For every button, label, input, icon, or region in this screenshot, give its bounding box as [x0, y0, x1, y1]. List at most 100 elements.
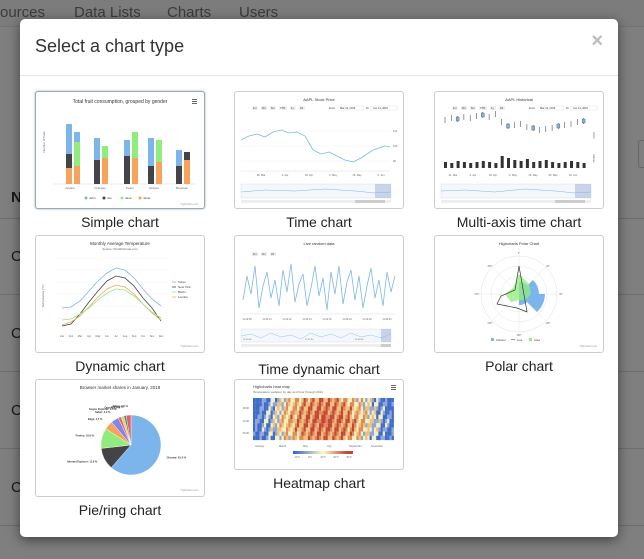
- heat-cell: [272, 427, 276, 432]
- heat-cell: [391, 431, 394, 436]
- heat-cell: [378, 435, 381, 441]
- heat-cell: [325, 431, 328, 436]
- pie-label: Chrome: 61.4 %: [167, 455, 187, 459]
- heat-cell: [385, 419, 388, 424]
- volume-bar: [450, 163, 454, 168]
- heat-cell: [345, 398, 348, 403]
- x-tick: Bananas: [176, 186, 188, 190]
- svg-text:London: London: [178, 295, 188, 299]
- heat-cell: [310, 419, 313, 424]
- heat-cell: [310, 423, 313, 428]
- heat-cell: [369, 431, 372, 436]
- heat-cell: [299, 410, 302, 415]
- heat-cell: [336, 427, 339, 432]
- svg-text:Jun: Jun: [105, 334, 110, 338]
- svg-text:18. Mar: 18. Mar: [257, 173, 266, 177]
- heat-cell: [308, 398, 311, 403]
- heat-cell: [380, 398, 383, 403]
- heat-cell: [292, 398, 295, 403]
- heat-cell: [316, 435, 320, 441]
- svg-text:Temperature variation by day a: Temperature variation by day and hour th…: [253, 390, 323, 394]
- heat-cell: [312, 402, 315, 407]
- heat-cell: [341, 423, 344, 428]
- heat-cell: [283, 410, 287, 415]
- svg-text:September: September: [349, 444, 362, 448]
- heat-cell: [279, 431, 282, 436]
- heat-cell: [275, 427, 278, 432]
- heat-cell: [334, 435, 337, 441]
- thumb-yaxis-label: Number of fruits: [42, 131, 46, 153]
- chart-option-multi-axis-time[interactable]: AAPL Historical 1m 3m 6m YTD 1y All From…: [434, 91, 604, 230]
- y-ticks: 110 100 90: [393, 129, 398, 163]
- heat-cell: [255, 419, 258, 424]
- heat-cell: [292, 427, 295, 432]
- modal-header: Select a chart type ×: [20, 19, 618, 76]
- chart-option-polar[interactable]: Highcharts Polar Chart 0° 45° 90° 135° 1…: [434, 235, 604, 374]
- heat-cell: [352, 410, 355, 415]
- heat-cell: [270, 435, 273, 441]
- heat-cell: [352, 435, 355, 441]
- heat-cell: [281, 410, 284, 415]
- svg-text:12:00: 12:00: [243, 419, 250, 423]
- heat-cell: [312, 435, 315, 441]
- heat-cell: [279, 410, 282, 415]
- heat-cell: [281, 406, 284, 411]
- heat-cell: [380, 402, 383, 407]
- chart-option-time-dynamic[interactable]: Live random data 1m 3m All 11:42:08 11:4…: [234, 235, 404, 377]
- heat-cell: [345, 402, 348, 407]
- heat-cell: [301, 427, 304, 432]
- ohlc-body: [531, 125, 535, 131]
- close-button[interactable]: ×: [591, 31, 603, 51]
- chart-option-dynamic[interactable]: Monthly Average Temperature Source: Worl…: [35, 235, 205, 374]
- svg-text:Feb: Feb: [69, 334, 74, 338]
- heat-cell: [266, 427, 269, 432]
- heat-cell: [288, 423, 291, 428]
- stock-chart-preview: AAPL Stock Price 1m 3m 6m YTD 1y All Fro…: [240, 97, 398, 203]
- svg-text:11:42:20: 11:42:20: [362, 318, 372, 321]
- heat-cell: [389, 410, 392, 415]
- heat-cell: [376, 414, 379, 420]
- svg-text:Monthly Average Temperature: Monthly Average Temperature: [90, 241, 150, 246]
- heat-cell: [266, 410, 269, 415]
- heat-cell: [314, 414, 317, 420]
- heat-cell: [316, 398, 320, 403]
- heat-cell: [301, 419, 304, 424]
- pie-label: Internet Explorer: 11.8 %: [67, 460, 98, 464]
- heat-cell: [391, 402, 394, 407]
- column-bar: [148, 138, 154, 166]
- heat-cell: [316, 402, 320, 407]
- heat-cell: [299, 406, 302, 411]
- heat-cell: [332, 435, 335, 441]
- heat-cell: [310, 435, 313, 441]
- heat-cell: [376, 423, 379, 428]
- heat-cell: [299, 419, 302, 424]
- heat-cell: [341, 419, 344, 424]
- heat-cell: [294, 427, 298, 432]
- svg-text:To: To: [566, 106, 569, 110]
- heat-cell: [367, 398, 370, 403]
- heat-cell: [382, 423, 386, 428]
- column-bar: [124, 156, 130, 184]
- heat-cell: [360, 398, 364, 403]
- ohlc-body: [455, 116, 460, 122]
- chart-option-simple[interactable]: Total fruit consumption, grouped by gend…: [35, 91, 205, 230]
- chart-option-time[interactable]: AAPL Stock Price 1m 3m 6m YTD 1y All Fro…: [234, 91, 404, 230]
- heat-cell: [259, 406, 262, 411]
- heat-cell: [352, 431, 355, 436]
- heat-cell: [341, 402, 344, 407]
- column-bar: [74, 142, 80, 166]
- heat-cell: [288, 406, 291, 411]
- heat-cell: [255, 406, 258, 411]
- heat-cell: [332, 431, 335, 436]
- chart-option-pie-ring[interactable]: Browser market shares in January, 2018 C…: [35, 379, 205, 518]
- chart-option-heatmap[interactable]: Highcharts heat map Temperature variatio…: [234, 379, 404, 491]
- heat-cell: [367, 423, 370, 428]
- heat-cell: [374, 431, 377, 436]
- heat-cell: [365, 398, 368, 403]
- svg-text:New York: New York: [178, 285, 191, 289]
- heat-cell: [325, 398, 328, 403]
- heat-cell: [270, 423, 273, 428]
- volume-bar: [513, 160, 517, 168]
- chart-option-label: Polar chart: [485, 358, 553, 374]
- heat-cell: [389, 427, 392, 432]
